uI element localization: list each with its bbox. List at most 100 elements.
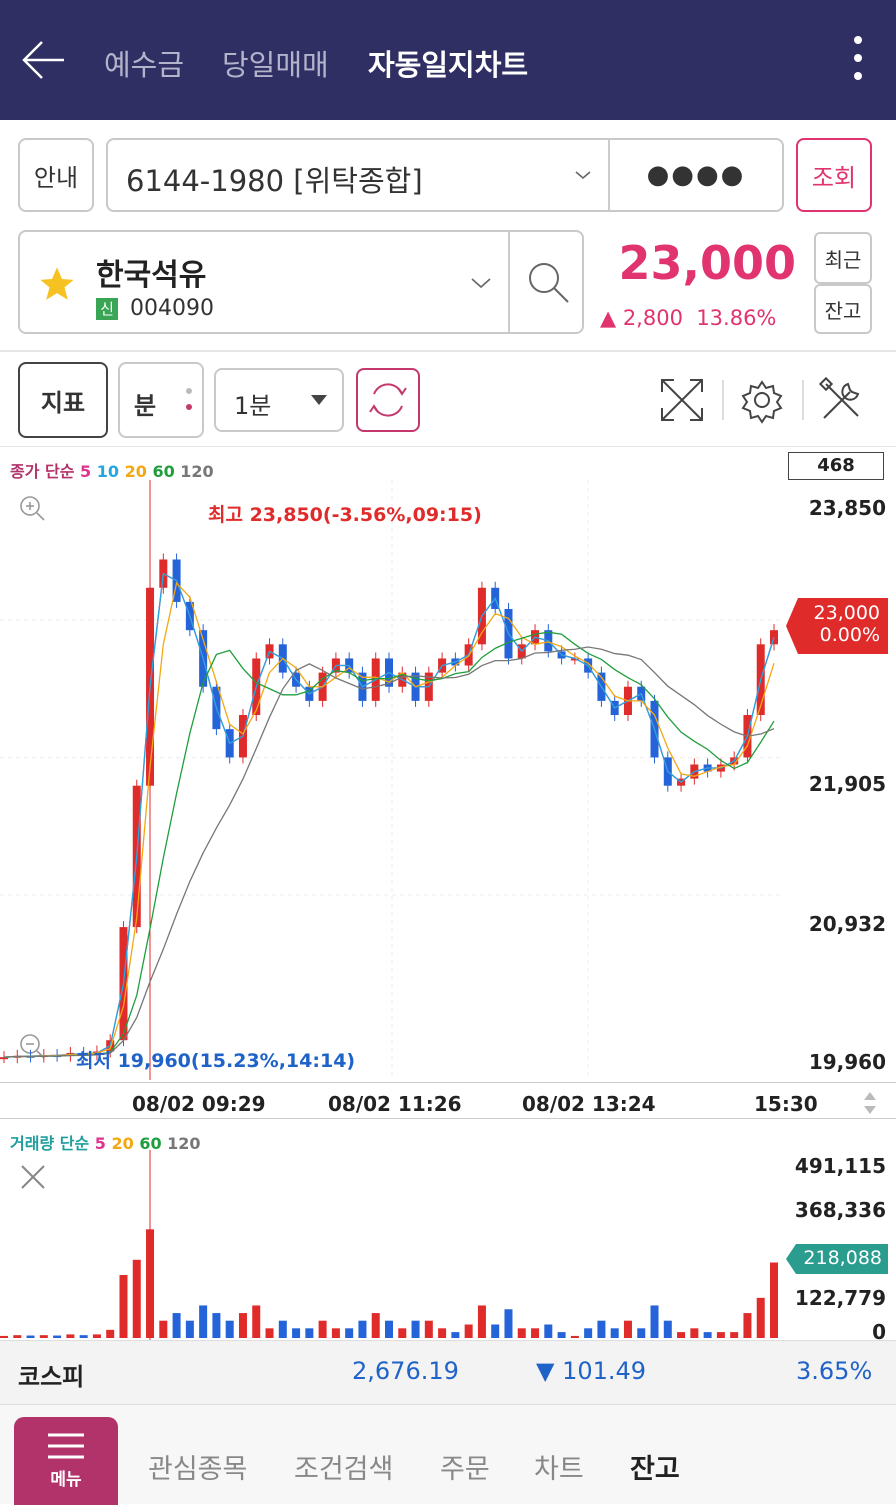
divider: [0, 1118, 896, 1119]
volume-bar: [716, 1332, 725, 1338]
volume-bar: [225, 1320, 234, 1338]
inquiry-button[interactable]: 조회: [796, 138, 872, 212]
count-box: 468: [788, 452, 884, 480]
y-tick-label: 20,932: [808, 912, 886, 936]
tab-deposit[interactable]: 예수금: [104, 42, 184, 84]
volume-bar: [146, 1229, 155, 1338]
nav-order[interactable]: 주문: [440, 1447, 490, 1486]
menu-label: 메뉴: [50, 1470, 82, 1490]
volume-bar: [464, 1324, 473, 1338]
stock-code: 004090: [130, 296, 214, 321]
chevron-down-icon: [575, 171, 591, 180]
password-field[interactable]: ●●●●: [610, 160, 782, 190]
settings-gear-icon[interactable]: [738, 376, 786, 424]
dot-icon: [186, 404, 192, 410]
volume-bar: [411, 1320, 420, 1338]
volume-bar: [185, 1320, 194, 1338]
volume-bar: [637, 1328, 646, 1338]
volume-bar: [424, 1320, 433, 1338]
y-tick-label: 122,779: [794, 1286, 886, 1310]
volume-bar: [438, 1328, 447, 1338]
volume-bar: [26, 1335, 35, 1338]
volume-bar: [331, 1328, 340, 1338]
back-arrow-icon[interactable]: [22, 40, 66, 80]
top-app-bar: 예수금 당일매매 자동일지차트: [0, 0, 896, 120]
credit-badge: 신: [96, 298, 118, 320]
tab-auto-journal-chart[interactable]: 자동일지차트: [368, 42, 528, 84]
volume-bar: [53, 1335, 62, 1338]
divider: [0, 1082, 896, 1083]
guide-button[interactable]: 안내: [18, 138, 94, 212]
nav-chart[interactable]: 차트: [534, 1447, 584, 1486]
volume-bar: [570, 1335, 579, 1338]
volume-bar: [371, 1313, 380, 1338]
volume-bar: [265, 1328, 274, 1338]
market-index-bar[interactable]: 코스피 2,676.19 ▼ 101.49 3.65%: [0, 1340, 896, 1404]
account-number: 6144-1980 [위탁종합]: [126, 164, 423, 198]
price-chart[interactable]: [0, 480, 784, 1080]
nav-watchlist[interactable]: 관심종목: [148, 1447, 247, 1486]
y-tick-label: 19,960: [808, 1050, 886, 1074]
recent-button[interactable]: 최근: [814, 232, 872, 284]
y-tick-label: 23,850: [808, 496, 886, 520]
volume-bar: [650, 1305, 659, 1338]
y-tick-label: 21,905: [808, 772, 886, 796]
volume-bar: [212, 1313, 221, 1338]
indicator-button[interactable]: 지표: [18, 362, 108, 438]
volume-bar: [292, 1328, 301, 1338]
volume-bar: [358, 1320, 367, 1338]
more-menu-icon[interactable]: [848, 36, 868, 88]
period-type-select[interactable]: 분: [118, 362, 204, 438]
volume-bar: [451, 1332, 460, 1338]
volume-bar: [172, 1313, 181, 1338]
market-name: 코스피: [18, 1363, 85, 1391]
nav-balance[interactable]: 잔고: [630, 1447, 680, 1486]
account-select[interactable]: 6144-1980 [위탁종합] ●●●●: [106, 138, 784, 212]
volume-bar: [39, 1335, 48, 1338]
period-value-select[interactable]: 1분: [214, 368, 344, 432]
tab-daily-trade[interactable]: 당일매매: [222, 42, 329, 84]
volume-bar: [318, 1320, 327, 1338]
chevron-down-icon[interactable]: [470, 276, 492, 290]
volume-bar: [531, 1328, 540, 1338]
search-icon[interactable]: [524, 258, 572, 306]
current-price-tag: 23,000 0.00%: [786, 598, 888, 654]
scroll-updown-icon[interactable]: [862, 1090, 878, 1116]
refresh-icon: [369, 383, 407, 417]
refresh-button[interactable]: [356, 368, 420, 432]
volume-bar: [610, 1328, 619, 1338]
min-price-label: 최저 19,960(15.23%,14:14): [76, 1050, 356, 1072]
divider: [0, 350, 896, 352]
volume-bar: [743, 1313, 752, 1338]
divider: [508, 232, 510, 332]
volume-bar: [730, 1332, 739, 1338]
balance-button[interactable]: 잔고: [814, 284, 872, 334]
volume-bar: [584, 1328, 593, 1338]
volume-bar: [690, 1328, 699, 1338]
tools-icon[interactable]: [818, 376, 866, 424]
volume-bar: [703, 1332, 712, 1338]
volume-bar: [756, 1297, 765, 1338]
volume-chart[interactable]: [0, 1150, 784, 1340]
divider: [722, 380, 724, 420]
volume-bar: [544, 1324, 553, 1338]
menu-button[interactable]: 메뉴: [14, 1417, 118, 1505]
volume-bar: [517, 1328, 526, 1338]
market-value: 2,676.19: [352, 1357, 459, 1385]
volume-bar: [770, 1262, 778, 1338]
volume-bar: [305, 1328, 314, 1338]
volume-bar: [238, 1313, 247, 1338]
y-tick-label: 491,115: [794, 1154, 886, 1178]
volume-bar: [106, 1329, 115, 1338]
stock-selector[interactable]: 한국석유 신 004090: [18, 230, 584, 334]
star-icon[interactable]: [36, 264, 78, 304]
nav-condition-search[interactable]: 조건검색: [294, 1447, 393, 1486]
market-change: ▼ 101.49: [536, 1357, 647, 1385]
market-rate: 3.65%: [796, 1357, 873, 1385]
x-tick-label: 08/02 11:26: [328, 1092, 462, 1116]
volume-bar: [66, 1334, 75, 1338]
dropdown-arrow-icon: [311, 395, 327, 405]
volume-bar: [159, 1320, 168, 1338]
volume-bar: [13, 1335, 22, 1338]
fullscreen-icon[interactable]: [658, 376, 706, 424]
